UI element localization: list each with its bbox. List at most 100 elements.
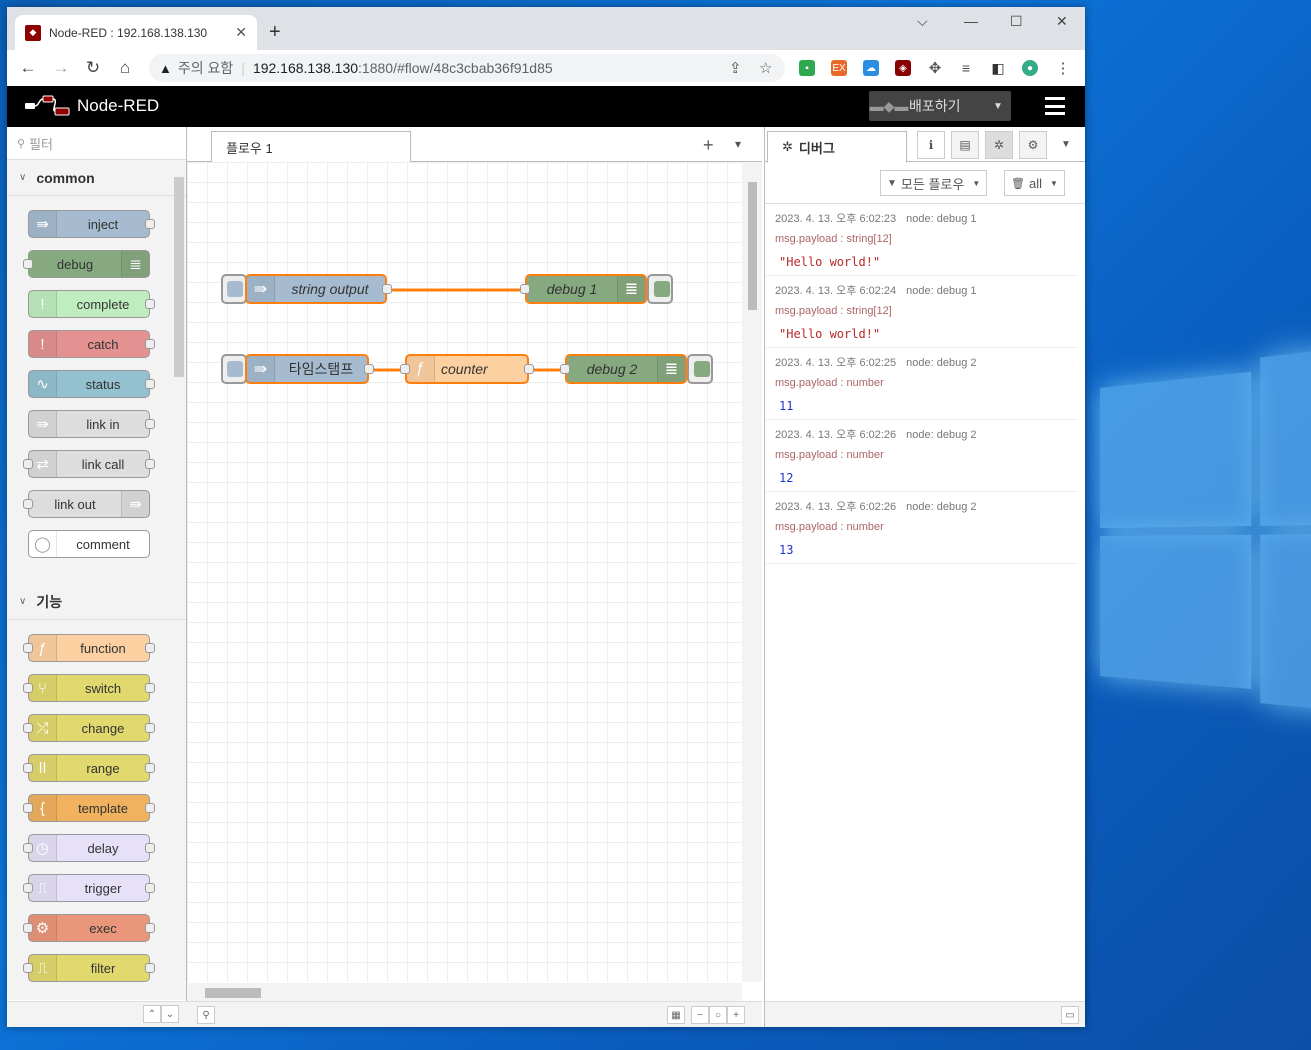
palette-node-link-call[interactable]: ⇄ link call	[23, 450, 155, 478]
palette-node-range[interactable]: ǀǀ range	[23, 754, 155, 782]
palette-node-delay[interactable]: ◷ delay	[23, 834, 155, 862]
message-node-link[interactable]: node: debug 2	[906, 501, 976, 513]
debug-tab-icon[interactable]: ✲	[985, 131, 1013, 159]
canvas-horizontal-scrollbar[interactable]	[187, 983, 742, 1001]
palette-filter-input[interactable]: 필터	[29, 134, 53, 153]
side-panel-icon[interactable]: ◧	[990, 60, 1006, 76]
security-warning-label[interactable]: 주의 요함	[178, 58, 233, 78]
palette-filter[interactable]: ⚲ 필터	[7, 127, 186, 160]
palette-scrollbar[interactable]	[174, 177, 184, 377]
extension-green-icon[interactable]: ▪	[799, 60, 815, 76]
open-debug-window-icon[interactable]: ▭	[1061, 1006, 1079, 1024]
extensions-puzzle-icon[interactable]: ✥	[927, 60, 943, 77]
inject-arrow-icon: ⇛	[247, 356, 275, 382]
comment-bubble-icon: ◯	[29, 531, 57, 557]
message-node-link[interactable]: node: debug 1	[906, 285, 976, 297]
url-field[interactable]: ▲ 주의 요함 | 192.168.138.130 :1880/#flow/48…	[149, 54, 785, 82]
message-node-link[interactable]: node: debug 1	[906, 213, 976, 225]
help-book-icon[interactable]: ▤	[951, 131, 979, 159]
flow-node-debug-1[interactable]: debug 1 ≣	[520, 274, 647, 304]
bookmark-star-icon[interactable]: ☆	[759, 59, 772, 77]
message-value[interactable]: 11	[775, 399, 1067, 413]
message-node-link[interactable]: node: debug 2	[906, 429, 976, 441]
palette-node-link-in[interactable]: ⇛ link in	[28, 410, 155, 438]
info-tab-icon[interactable]: ℹ	[917, 131, 945, 159]
browser-tab[interactable]: ◆ Node-RED : 192.168.138.130 ✕	[15, 15, 257, 50]
navigator-map-icon[interactable]: ▦	[667, 1006, 685, 1024]
flow-node-string-output[interactable]: ⇛ string output	[245, 274, 392, 304]
extension-ex-icon[interactable]: EX	[831, 60, 847, 76]
palette-category-common[interactable]: ∨ common	[7, 160, 186, 196]
deploy-button[interactable]: ▬◆▬ 배포하기 ▼	[869, 91, 1011, 121]
message-value[interactable]: "Hello world!"	[775, 255, 1067, 269]
deploy-label: 배포하기	[909, 98, 961, 114]
deploy-dropdown-icon[interactable]: ▼	[985, 101, 1011, 112]
message-node-link[interactable]: node: debug 2	[906, 357, 976, 369]
palette-node-status[interactable]: ∿ status	[28, 370, 155, 398]
palette-category-function[interactable]: ∨ 기능	[7, 584, 186, 620]
profile-avatar-icon[interactable]: ●	[1022, 60, 1038, 76]
palette-node-trigger[interactable]: ⎍ trigger	[23, 874, 155, 902]
flow-canvas[interactable]: ⇛ string output debug 1 ≣ ⇛ 타임스탬프 ƒ coun…	[187, 162, 742, 982]
add-flow-icon[interactable]: +	[703, 135, 714, 156]
flow-node-counter[interactable]: ƒ counter	[400, 354, 534, 384]
inject-trigger-button[interactable]	[221, 354, 247, 384]
inject-arrow-icon: ⇛	[29, 211, 57, 237]
main-menu-icon[interactable]	[1045, 97, 1065, 115]
maximize-icon[interactable]: ☐	[1010, 13, 1023, 30]
debug-2-toggle[interactable]	[687, 354, 713, 384]
zoom-in-icon[interactable]: +	[727, 1006, 745, 1024]
palette-node-exec[interactable]: ⚙ exec	[23, 914, 155, 942]
tab-debug[interactable]: ✲ 디버그	[767, 131, 907, 163]
forward-icon[interactable]: →	[50, 57, 72, 79]
reading-list-icon[interactable]: ≡	[958, 60, 974, 76]
ublock-icon[interactable]: ◈	[895, 60, 911, 76]
minimize-icon[interactable]: —	[964, 13, 978, 29]
palette-node-inject[interactable]: ⇛ inject	[28, 210, 155, 238]
debug-filter-dropdown[interactable]: ▼ 모든 플로우 ▼	[880, 170, 988, 196]
palette-node-comment[interactable]: ◯ comment	[28, 530, 150, 558]
palette-node-template[interactable]: {template	[23, 794, 155, 822]
flow-node-timestamp[interactable]: ⇛ 타임스탬프	[245, 354, 374, 384]
flow-list-menu-icon[interactable]: ▾	[735, 137, 741, 151]
expand-all-icon[interactable]: ⌄	[161, 1005, 179, 1023]
palette-node-debug[interactable]: debug ≣	[23, 250, 150, 278]
reload-icon[interactable]: ↻	[82, 57, 104, 79]
browser-menu-icon[interactable]: ⋮	[1055, 60, 1071, 77]
config-gear-icon[interactable]: ⚙	[1019, 131, 1047, 159]
tab-flow-1[interactable]: 플로우 1	[211, 131, 411, 163]
close-window-icon[interactable]: ✕	[1056, 13, 1068, 30]
inject-trigger-button[interactable]	[221, 274, 247, 304]
category-label: common	[36, 169, 95, 186]
message-value[interactable]: 13	[775, 543, 1067, 557]
flow-node-debug-2[interactable]: debug 2 ≣	[560, 354, 687, 384]
palette-node-complete[interactable]: ! complete	[28, 290, 155, 318]
browser-tab-title: Node-RED : 192.168.138.130	[49, 25, 208, 40]
tab-search-icon[interactable]: ⌵	[917, 13, 928, 30]
node-red-logo-icon	[25, 95, 70, 116]
chevron-down-icon: ▼	[972, 178, 981, 188]
canvas-vertical-scrollbar[interactable]	[742, 162, 762, 982]
close-tab-icon[interactable]: ✕	[235, 24, 247, 41]
palette-node-link-out[interactable]: link out ⇛	[23, 490, 150, 518]
debug-message: 2023. 4. 13. 오후 6:02:23 node: debug 1 msg…	[765, 204, 1077, 276]
zoom-out-icon[interactable]: −	[691, 1006, 709, 1024]
palette-node-function[interactable]: ƒ function	[23, 634, 155, 662]
palette-node-catch[interactable]: ! catch	[28, 330, 155, 358]
back-icon[interactable]: ←	[17, 57, 39, 79]
home-icon[interactable]: ⌂	[114, 57, 136, 79]
palette-node-switch[interactable]: ⑂ switch	[23, 674, 155, 702]
clear-messages-button[interactable]: 🗑 all ▼	[1004, 170, 1065, 196]
debug-1-toggle[interactable]	[647, 274, 673, 304]
onedrive-icon[interactable]: ☁	[863, 60, 879, 76]
share-icon[interactable]: ⇪	[729, 59, 742, 77]
collapse-all-icon[interactable]: ⌃	[143, 1005, 161, 1023]
message-value[interactable]: "Hello world!"	[775, 327, 1067, 341]
message-value[interactable]: 12	[775, 471, 1067, 485]
sidebar-menu-chevron-icon[interactable]: ▼	[1061, 139, 1071, 150]
zoom-reset-icon[interactable]: ○	[709, 1006, 727, 1024]
palette-node-change[interactable]: ⤮ change	[23, 714, 155, 742]
palette-node-filter[interactable]: ⎍ filter	[23, 954, 155, 982]
new-tab-button[interactable]: +	[269, 21, 281, 44]
search-flows-icon[interactable]: ⚲	[197, 1006, 215, 1024]
